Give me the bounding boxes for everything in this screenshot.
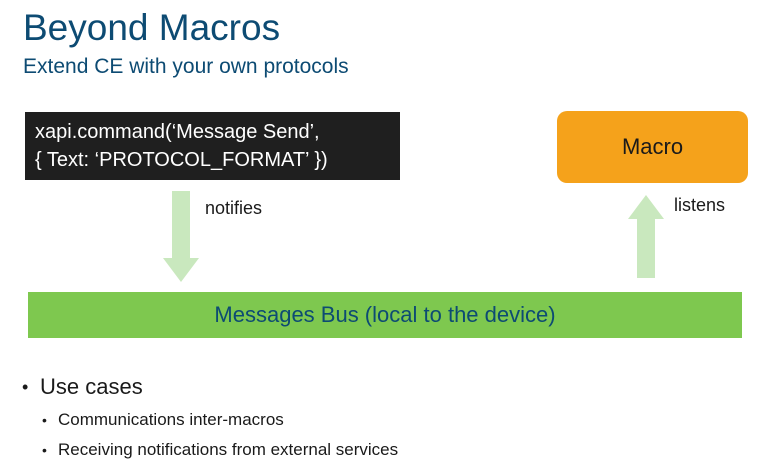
sub-bullet-dot-icon: • [42, 442, 47, 458]
listens-arrow-up-icon [628, 195, 664, 278]
notifies-label: notifies [205, 198, 263, 218]
use-cases-list: • Use cases • Communications inter-macro… [22, 374, 398, 460]
notifies-arrow-shape [163, 191, 199, 282]
list-item: • Receiving notifications from external … [42, 440, 398, 460]
macro-box: Macro [557, 111, 748, 183]
use-cases-sublist: • Communications inter-macros • Receivin… [22, 410, 398, 460]
code-snippet-box: xapi.command(‘Message Send’, { Text: ‘PR… [25, 112, 400, 180]
bullet-dot-icon: • [22, 376, 29, 397]
code-line-2: { Text: ‘PROTOCOL_FORMAT’ }) [35, 149, 328, 171]
notifies-arrow-down-icon [163, 191, 199, 282]
list-item-text: Receiving notifications from external se… [58, 440, 399, 459]
list-item-text: Communications inter-macros [58, 410, 284, 429]
messages-bus: Messages Bus (local to the device) [28, 292, 742, 338]
listens-arrow-shape [628, 195, 664, 278]
use-cases-heading: • Use cases [22, 374, 398, 400]
list-item: • Communications inter-macros [42, 410, 398, 430]
messages-bus-label: Messages Bus (local to the device) [214, 302, 556, 327]
use-cases-sublist-container: • Communications inter-macros • Receivin… [22, 410, 398, 460]
slide-title: Beyond Macros [23, 7, 281, 48]
macro-label: Macro [621, 134, 684, 159]
slide-subtitle: Extend CE with your own protocols [23, 55, 349, 78]
listens-label: listens [674, 195, 726, 215]
code-line-1: xapi.command(‘Message Send’, [35, 121, 320, 143]
use-cases-heading-text: Use cases [40, 374, 143, 399]
sub-bullet-dot-icon: • [42, 412, 47, 428]
